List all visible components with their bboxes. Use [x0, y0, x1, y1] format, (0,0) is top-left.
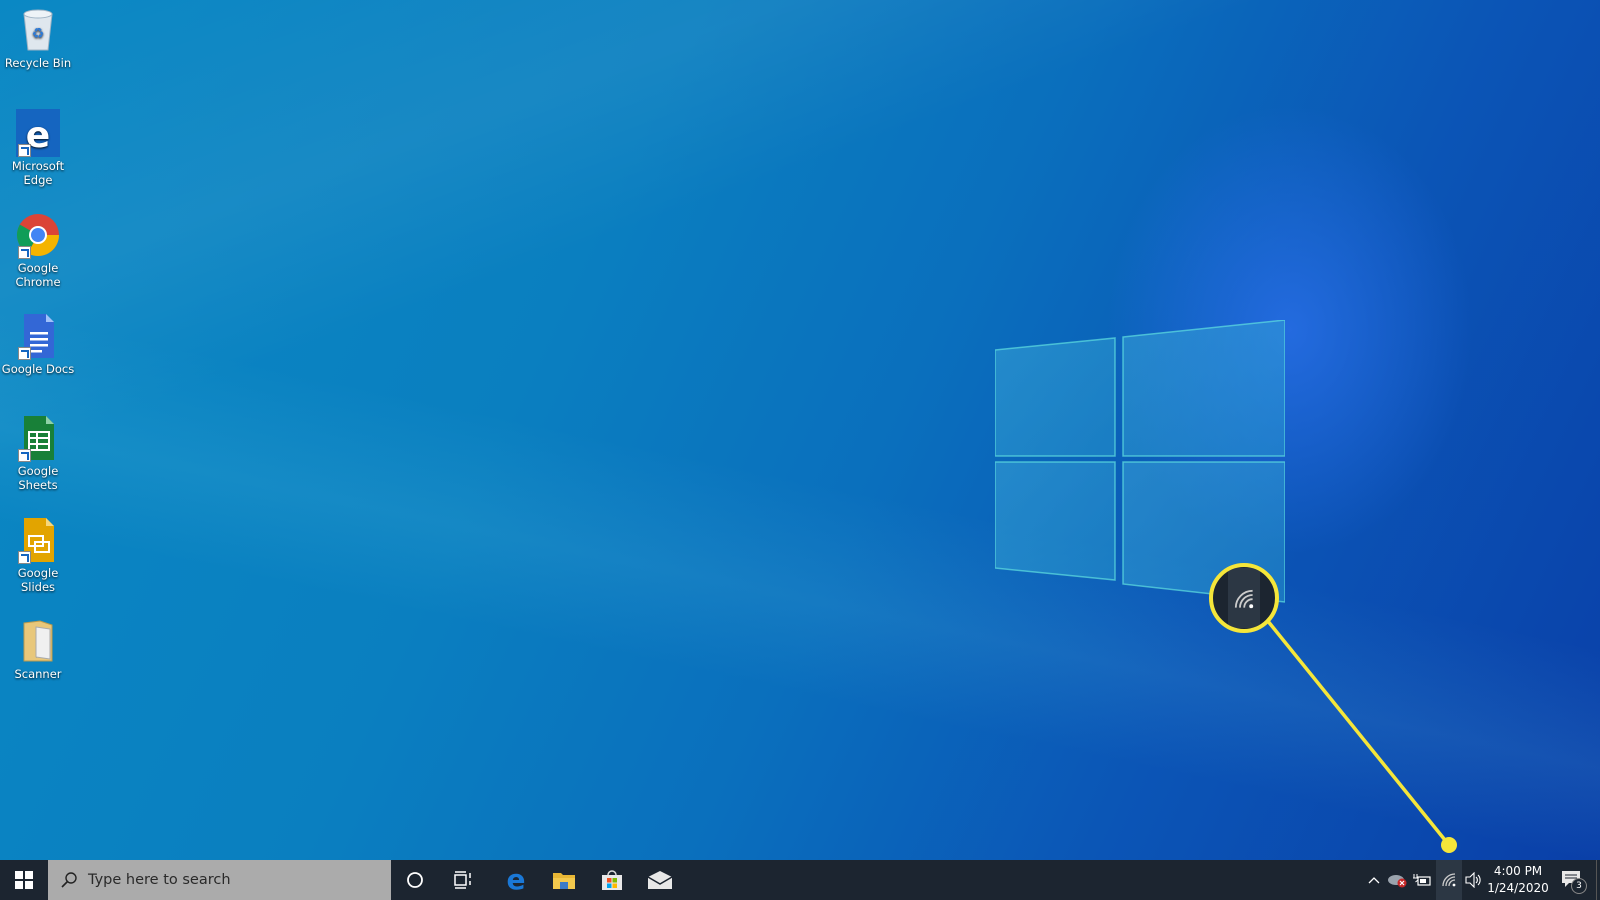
microsoft-store-button[interactable]	[588, 860, 636, 900]
desktop-icon-scanner[interactable]: Scanner	[0, 611, 76, 681]
clock-button[interactable]: 4:00 PM 1/24/2020	[1486, 860, 1550, 900]
light-beam	[0, 0, 1600, 860]
store-bag-icon	[602, 870, 622, 890]
speaker-icon	[1465, 872, 1481, 888]
task-view-button[interactable]	[439, 860, 487, 900]
chevron-up-icon	[1368, 877, 1380, 884]
taskbar-search-box[interactable]: Type here to search	[48, 860, 391, 900]
icon-label: Google Sheets	[17, 464, 59, 492]
taskbar-edge-button[interactable]: e	[492, 860, 540, 900]
show-hidden-icons-button[interactable]	[1362, 860, 1386, 900]
desktop-icon-google-docs[interactable]: Google Docs	[0, 306, 76, 376]
google-sheets-icon	[16, 414, 60, 462]
google-docs-icon	[16, 312, 60, 360]
desktop-icon-google-chrome[interactable]: Google Chrome	[0, 205, 76, 289]
file-explorer-button[interactable]	[540, 860, 588, 900]
edge-icon: e	[506, 863, 526, 896]
show-desktop-button[interactable]	[1596, 860, 1597, 900]
desktop-background: ♻ Recycle Bin e Microsoft Edge Google Ch…	[0, 0, 1600, 860]
desktop-icon-microsoft-edge[interactable]: e Microsoft Edge	[0, 103, 76, 187]
windows-start-icon	[15, 871, 33, 889]
shortcut-arrow-icon	[18, 246, 31, 259]
icon-label: Google Chrome	[15, 261, 61, 289]
network-tray-button[interactable]	[1436, 860, 1462, 900]
wifi-icon	[1442, 873, 1456, 887]
battery-charging-icon	[1413, 874, 1431, 886]
chrome-icon	[16, 211, 60, 259]
windows-logo-wallpaper	[995, 320, 1285, 603]
cloud-error-icon	[1388, 875, 1407, 888]
desktop-icon-recycle-bin[interactable]: ♻ Recycle Bin	[0, 0, 76, 70]
icon-label: Google Slides	[17, 566, 59, 594]
icon-label: Microsoft Edge	[11, 159, 65, 187]
cortana-button[interactable]	[391, 860, 439, 900]
clock-date: 1/24/2020	[1487, 881, 1549, 895]
search-placeholder: Type here to search	[88, 872, 231, 888]
volume-tray-button[interactable]	[1462, 860, 1486, 900]
search-icon	[61, 872, 77, 888]
icon-label: Recycle Bin	[4, 56, 72, 70]
edge-icon: e	[16, 109, 60, 157]
shortcut-arrow-icon	[18, 449, 31, 462]
action-center-button[interactable]: 3	[1554, 860, 1594, 900]
google-slides-icon	[16, 516, 60, 564]
recycle-bin-icon: ♻	[16, 6, 60, 54]
desktop-icon-google-sheets[interactable]: Google Sheets	[0, 408, 76, 492]
mail-icon	[647, 871, 673, 889]
mail-button[interactable]	[636, 860, 684, 900]
onedrive-tray-button[interactable]	[1386, 860, 1410, 900]
start-button[interactable]	[0, 860, 48, 900]
task-view-icon	[454, 871, 471, 889]
icon-label: Scanner	[14, 667, 62, 681]
notification-count-badge: 3	[1571, 878, 1587, 894]
icon-label: Google Docs	[1, 362, 75, 376]
clock-time: 4:00 PM	[1493, 864, 1543, 878]
shortcut-arrow-icon	[18, 551, 31, 564]
desktop-icon-google-slides[interactable]: Google Slides	[0, 510, 76, 594]
svg-text:♻: ♻	[32, 26, 45, 42]
circle-icon	[407, 872, 423, 888]
shortcut-arrow-icon	[18, 144, 31, 157]
scanner-folder-icon	[16, 617, 60, 665]
folder-icon	[553, 873, 575, 889]
battery-tray-button[interactable]	[1410, 860, 1434, 900]
light-beam	[0, 0, 1600, 860]
shortcut-arrow-icon	[18, 347, 31, 360]
